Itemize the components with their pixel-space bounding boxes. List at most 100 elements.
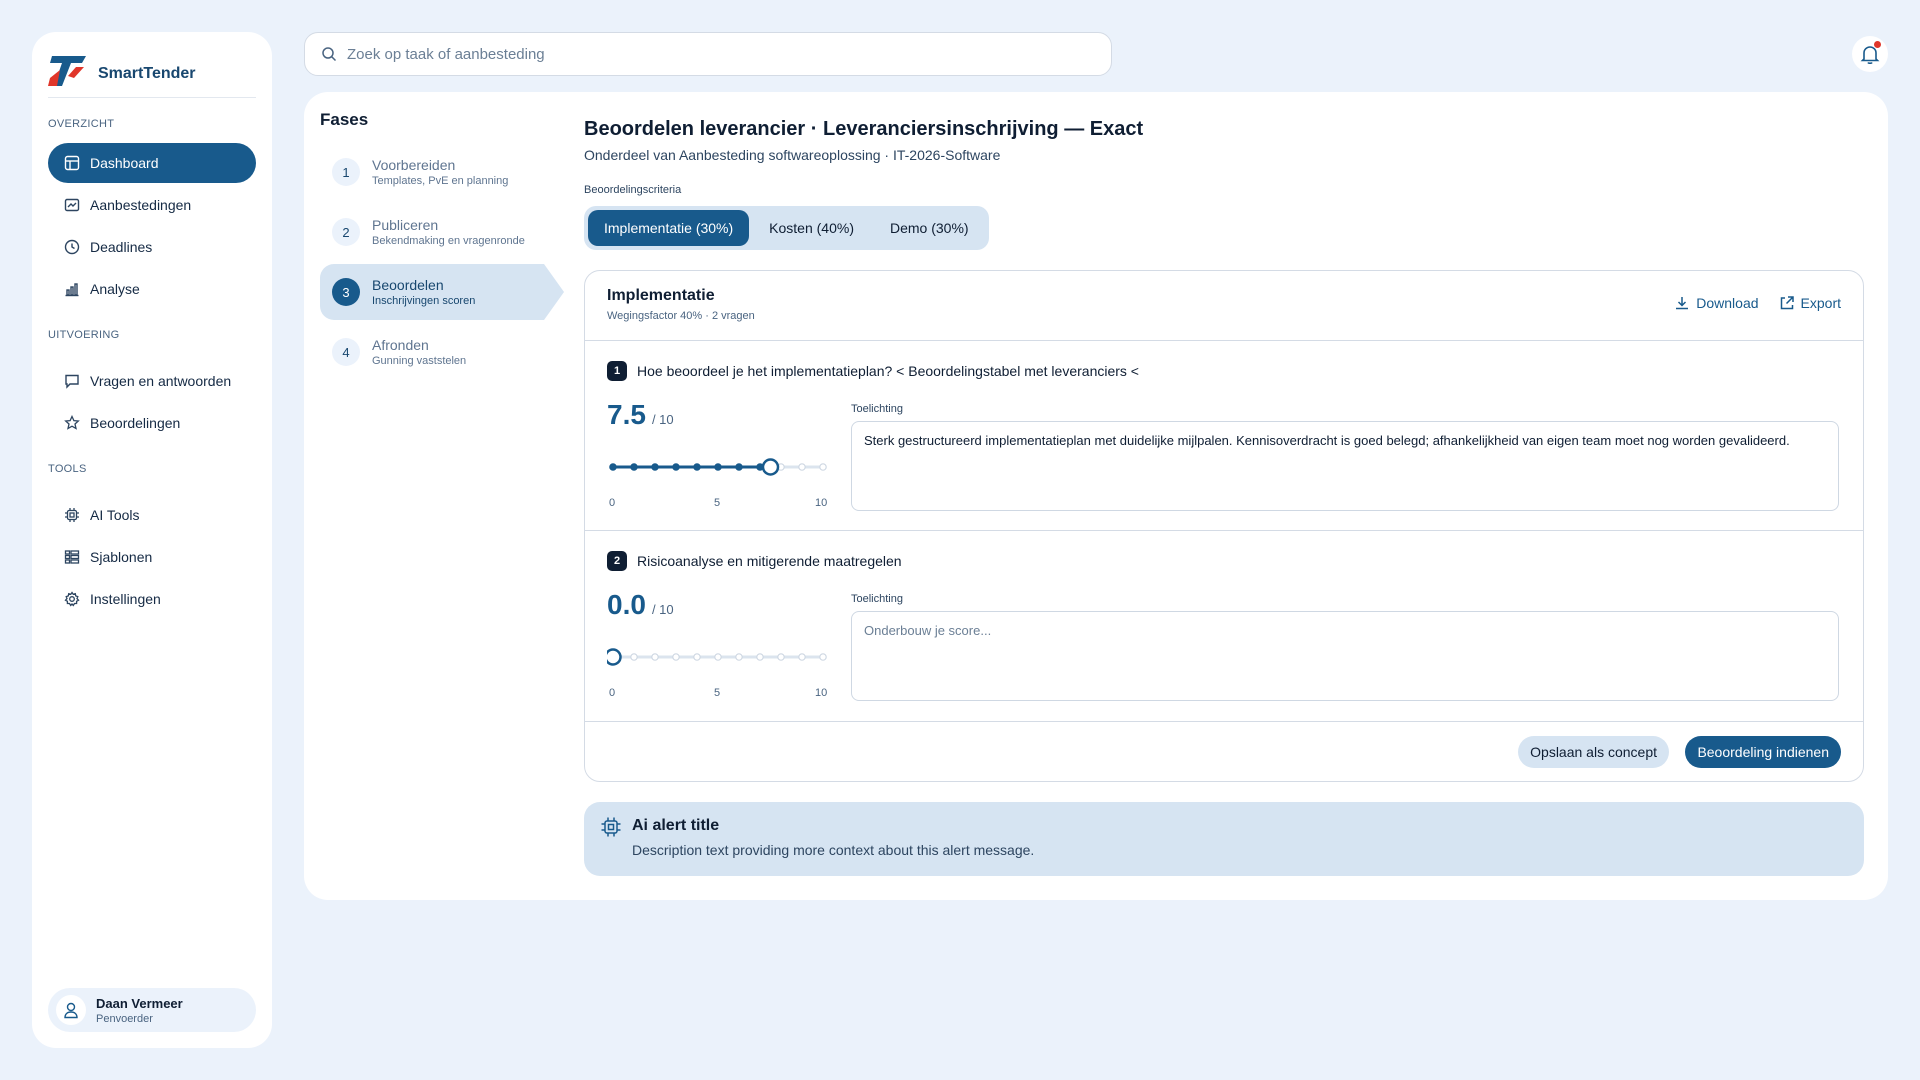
score-max: / 10 xyxy=(651,602,674,617)
phase-number: 1 xyxy=(332,158,360,186)
slider-step xyxy=(630,653,638,661)
phase-number: 3 xyxy=(332,278,360,306)
chip-icon xyxy=(65,508,79,522)
slider-thumb[interactable] xyxy=(761,458,780,476)
export-label: Export xyxy=(1800,295,1841,311)
export-button[interactable]: Export xyxy=(1779,295,1841,311)
chart-icon xyxy=(65,283,79,297)
tab-kosten[interactable]: Kosten (40%) xyxy=(753,210,870,246)
slider-max-label: 10 xyxy=(815,497,828,509)
slider-max-label: 10 xyxy=(815,687,828,699)
sidebar-item-label: Analyse xyxy=(90,281,140,297)
slider-min-label: 0 xyxy=(609,687,616,699)
sidebar-item-label: Dashboard xyxy=(90,155,159,171)
slider-mid-label: 5 xyxy=(714,497,721,509)
sidebar-item-sjablonen[interactable]: Sjablonen xyxy=(48,537,256,577)
phase-subtitle: Bekendmaking en vragenronde xyxy=(372,235,525,247)
main-card: Fases 1 Voorbereiden Templates, PvE en p… xyxy=(304,92,1888,900)
score-slider[interactable] xyxy=(607,647,829,667)
note-textarea[interactable] xyxy=(851,611,1839,701)
slider-step xyxy=(693,463,701,471)
avatar xyxy=(56,995,86,1025)
sidebar-item-dashboard[interactable]: Dashboard xyxy=(48,143,256,183)
phase-item-beoordelen[interactable]: 3 Beoordelen Inschrijvingen scoren xyxy=(320,264,564,320)
sidebar-item-beoordelingen[interactable]: Beoordelingen xyxy=(48,403,256,443)
tenders-icon xyxy=(64,198,80,212)
tab-demo[interactable]: Demo (30%) xyxy=(874,210,985,246)
phase-title: Afronden xyxy=(372,337,429,353)
phase-title: Voorbereiden xyxy=(372,157,456,173)
note-label: Toelichting xyxy=(851,403,903,415)
alert-description: Description text providing more context … xyxy=(632,842,1035,858)
user-role: Penvoerder xyxy=(96,1012,153,1025)
clock-icon xyxy=(64,239,80,255)
notifications-button[interactable] xyxy=(1852,36,1888,72)
section-label-overview: OVERZICHT xyxy=(48,118,115,130)
phase-number: 4 xyxy=(332,338,360,366)
slider-step xyxy=(672,653,680,661)
phase-subtitle: Templates, PvE en planning xyxy=(372,175,509,187)
slider-step xyxy=(756,653,764,661)
templates-icon xyxy=(64,550,80,564)
phase-number: 2 xyxy=(332,218,360,246)
slider-step xyxy=(735,653,743,661)
export-icon xyxy=(1780,296,1794,310)
slider-min-label: 0 xyxy=(609,497,616,509)
sidebar-item-deadlines[interactable]: Deadlines xyxy=(48,227,256,267)
slider-step xyxy=(735,463,743,471)
sidebar: SmartTender OVERZICHT Dashboard Aanbeste… xyxy=(32,32,272,1048)
panel-footer: Opslaan als concept Beoordeling indienen xyxy=(585,721,1863,781)
ai-alert: Ai alert title Description text providin… xyxy=(584,802,1864,876)
user-card[interactable]: Daan Vermeer Penvoerder xyxy=(48,988,256,1032)
score-display: 0.0 / 10 xyxy=(607,589,674,621)
note-textarea[interactable]: Sterk gestructureerd implementatieplan m… xyxy=(851,421,1839,511)
save-draft-button[interactable]: Opslaan als concept xyxy=(1518,736,1669,768)
slider-step xyxy=(798,653,806,661)
phase-subtitle: Gunning vaststelen xyxy=(372,355,467,367)
section-label-execution: UITVOERING xyxy=(48,329,120,341)
download-button[interactable]: Download xyxy=(1674,295,1759,311)
sidebar-item-aanbestedingen[interactable]: Aanbestedingen xyxy=(48,185,256,225)
search-input[interactable] xyxy=(347,45,1047,63)
submit-review-button[interactable]: Beoordeling indienen xyxy=(1685,736,1841,768)
slider-step xyxy=(819,653,827,661)
slider-step xyxy=(630,463,638,471)
score-slider[interactable] xyxy=(607,457,829,477)
sidebar-item-analyse[interactable]: Analyse xyxy=(48,269,256,309)
brand[interactable]: SmartTender xyxy=(48,54,256,98)
chat-icon xyxy=(65,374,79,389)
phases-title: Fases xyxy=(320,110,369,129)
sidebar-item-vragen-en-antwoorden[interactable]: Vragen en antwoorden xyxy=(48,361,256,401)
panel-subtitle: Wegingsfactor 40% · 2 vragen xyxy=(607,310,755,322)
alert-title: Ai alert title xyxy=(632,817,720,834)
gear-icon xyxy=(64,591,80,607)
question-text: Risicoanalyse en mitigerende maatregelen xyxy=(637,553,902,569)
phase-item-afronden[interactable]: 4 Afronden Gunning vaststelen xyxy=(320,324,544,380)
phase-subtitle: Inschrijvingen scoren xyxy=(372,295,476,307)
slider-thumb[interactable] xyxy=(607,648,622,666)
slider-step xyxy=(609,463,617,471)
question-number: 2 xyxy=(607,551,627,571)
phase-item-publiceren[interactable]: 2 Publiceren Bekendmaking en vragenronde xyxy=(320,204,544,260)
sidebar-item-label: Beoordelingen xyxy=(90,415,181,431)
chip-icon xyxy=(601,817,621,837)
section-label-tools: TOOLS xyxy=(48,463,87,475)
sidebar-item-ai-tools[interactable]: AI Tools xyxy=(48,495,256,535)
tab-implementatie[interactable]: Implementatie (30%) xyxy=(588,210,750,246)
score-max: / 10 xyxy=(651,412,674,427)
slider-step xyxy=(798,463,806,471)
download-label: Download xyxy=(1696,295,1759,311)
dashboard-icon xyxy=(64,155,80,171)
question-block-2: 2 Risicoanalyse en mitigerende maatregel… xyxy=(585,531,1863,721)
sidebar-item-instellingen[interactable]: Instellingen xyxy=(48,579,256,619)
panel-header: Implementatie Wegingsfactor 40% · 2 vrag… xyxy=(585,271,1863,341)
sidebar-item-label: AI Tools xyxy=(90,507,140,523)
phase-item-voorbereiden[interactable]: 1 Voorbereiden Templates, PvE en plannin… xyxy=(320,144,544,200)
score-value: 0.0 xyxy=(607,589,646,620)
sidebar-item-label: Vragen en antwoorden xyxy=(90,373,232,389)
sidebar-item-label: Deadlines xyxy=(90,239,153,255)
sidebar-item-label: Instellingen xyxy=(90,591,161,607)
user-icon xyxy=(64,1002,78,1019)
panel-title: Implementatie xyxy=(607,287,715,304)
notification-dot xyxy=(1874,41,1881,48)
